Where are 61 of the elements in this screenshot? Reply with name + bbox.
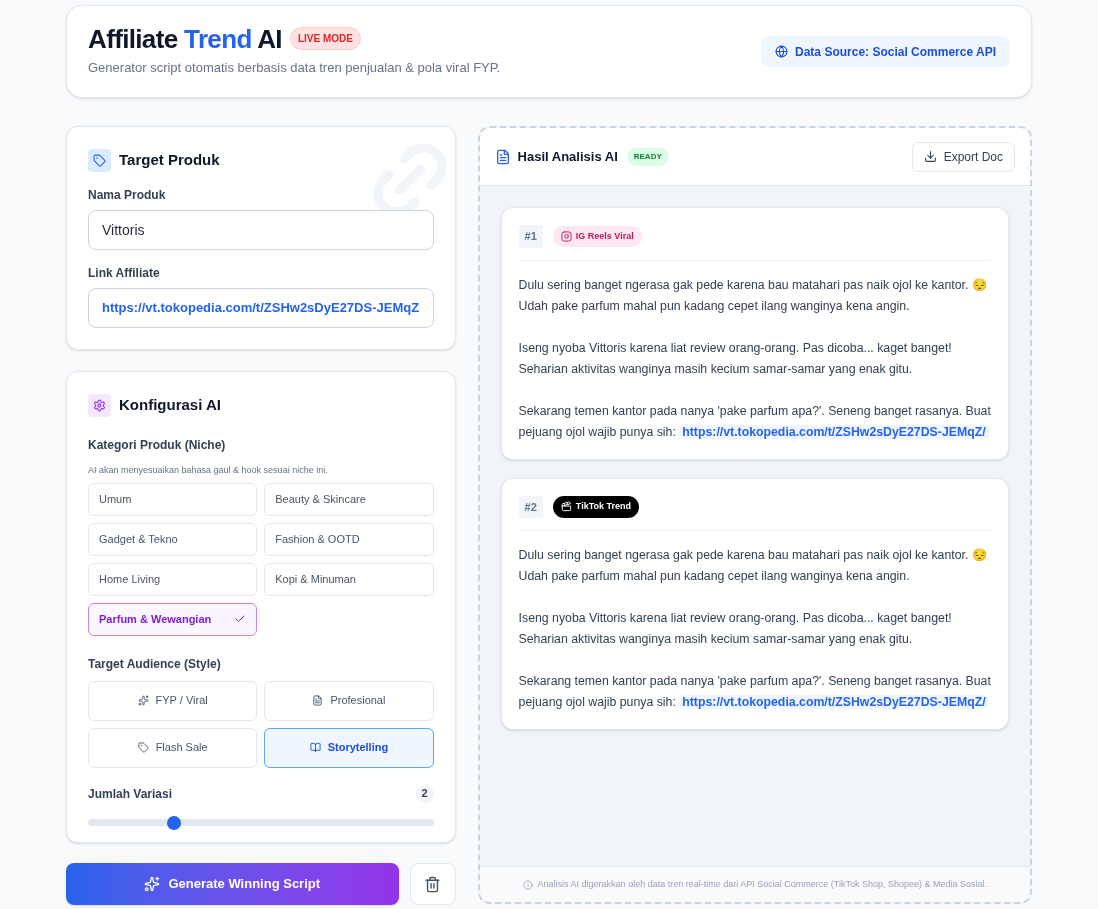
script-number: #1 [518, 225, 543, 248]
app-subtitle: Generator script otomatis berbasis data tren penjualan & pola viral FYP. [88, 58, 501, 77]
card-title: Konfigurasi AI [119, 395, 221, 416]
input-field[interactable]: Vittoris [88, 210, 434, 250]
script-paragraph: Sekarang temen kantor pada nanya 'pake parfum apa?'. Seneng banget rasanya. Buat pejuang ojol wajib punya sih: https://vt.tokopedia.com/t/ZSHw2sDyE27DS-JEMqZ/ [518, 402, 991, 441]
script-paragraph: Dulu sering banget ngerasa gak pede karena bau matahari pas naik ojol ke kantor. 😔 Udah pake parfum mahal pun kadang cepet ilang wanginya kena angin. [518, 276, 988, 315]
section-label: Jumlah Variasi [88, 785, 173, 803]
live-badge: LIVE MODE [289, 27, 361, 51]
audience-option[interactable]: Profesional [264, 680, 434, 721]
affiliate-link[interactable]: https://vt.tokopedia.com/t/ZSHw2sDyE27DS-JEMqZ/ [679, 695, 989, 709]
download-icon [923, 150, 937, 163]
tag-icon [88, 149, 111, 172]
footer-note: Analisis AI digerakkan oleh data tren real-time dari API Social Commerce (TikTok Shop, Shopee) & Media Sosial. [537, 877, 987, 891]
category-option[interactable]: Gadget & Tekno [88, 522, 258, 556]
script-paragraph: Iseng nyoba Vittoris karena liat review orang-orang. Pas dicoba... kaget banget! Seharian aktivitas wanginya masih kecium samar-samar yang enak gitu. [518, 339, 953, 378]
audience-option[interactable]: Flash Sale [88, 727, 258, 768]
field-label: Link Affiliate [88, 265, 161, 282]
category-option[interactable]: Home Living [88, 562, 258, 596]
category-option[interactable]: Beauty & Skincare [264, 482, 434, 516]
delete-button[interactable] [409, 863, 456, 905]
script-paragraph: Iseng nyoba Vittoris karena liat review orang-orang. Pas dicoba... kaget banget! Seharian aktivitas wanginya masih kecium samar-samar yang enak gitu. [518, 610, 953, 648]
info-icon [522, 879, 533, 890]
globe-icon [775, 45, 789, 58]
trash-icon [424, 875, 442, 893]
data-source-button[interactable]: Data Source: Social Commerce API [761, 36, 1010, 67]
audience-option[interactable]: FYP / Viral [88, 680, 258, 721]
variation-slider[interactable] [88, 815, 434, 830]
tag-icon [137, 742, 149, 753]
document-icon [494, 148, 511, 165]
variation-count: 2 [415, 784, 434, 803]
document-icon [312, 695, 324, 706]
script-paragraph: Sekarang temen kantor pada nanya 'pake parfum apa?'. Seneng banget rasanya. Buat pejuang ojol wajib punya sih: https://vt.tokopedia.com/t/ZSHw2sDyE27DS-JEMqZ/ [518, 673, 991, 711]
section-label: Target Audience (Style) [88, 655, 222, 673]
platform-tag: TikTok Trend [552, 496, 639, 518]
field-label: Nama Produk [88, 187, 167, 204]
slider-thumb[interactable] [167, 815, 182, 830]
input-field[interactable]: https://vt.tokopedia.com/t/ZSHw2sDyE27DS-JEMqZ [88, 288, 434, 328]
generate-button[interactable]: Generate Winning Script [66, 863, 399, 905]
affiliate-link[interactable]: https://vt.tokopedia.com/t/ZSHw2sDyE27DS-JEMqZ/ [679, 424, 989, 439]
category-option[interactable]: Fashion & OOTD [264, 522, 434, 556]
app-title: Affiliate Trend AI [88, 25, 282, 52]
platform-tag: IG Reels Viral [552, 225, 642, 247]
category-option[interactable]: Kopi & Minuman [264, 562, 434, 596]
panel-title: Hasil Analisis AI [517, 147, 618, 166]
category-option[interactable]: Umum [88, 482, 258, 516]
hint-text: AI akan menyesuaikan bahasa gaul & hook sesuai niche ini. [88, 464, 329, 477]
script-paragraph: Dulu sering banget ngerasa gak pede karena bau matahari pas naik ojol ke kantor. 😔 Udah pake parfum mahal pun kadang cepet ilang wanginya kena angin. [518, 547, 988, 585]
instagram-icon [560, 230, 572, 242]
sparkle-icon [137, 695, 149, 706]
card-title: Target Produk [119, 150, 220, 171]
section-label: Kategori Produk (Niche) [88, 437, 227, 454]
script-number: #2 [518, 495, 543, 518]
category-option[interactable]: Parfum & Wewangian [88, 602, 258, 636]
sparkle-icon [144, 876, 161, 892]
clapperboard-icon [560, 501, 572, 513]
book-icon [309, 742, 321, 753]
status-badge: READY [626, 147, 669, 166]
check-icon [234, 613, 247, 625]
export-button[interactable]: Export Doc [911, 141, 1015, 172]
audience-option[interactable]: Storytelling [264, 727, 434, 768]
settings-icon [88, 394, 111, 417]
